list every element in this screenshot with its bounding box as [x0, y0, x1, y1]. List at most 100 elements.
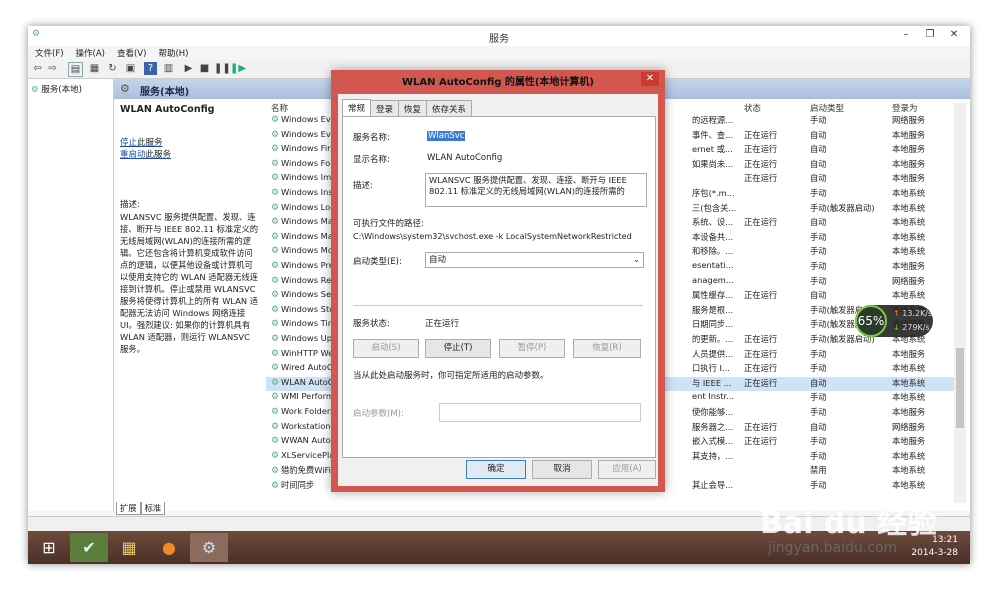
- service-startup: 手动: [810, 246, 827, 257]
- service-name-text: Windows Ren: [281, 274, 337, 285]
- gear-icon: ⚙: [271, 158, 280, 169]
- service-startup: 手动: [810, 348, 827, 359]
- start-icon[interactable]: ⊞: [30, 533, 68, 562]
- app-icon-tools[interactable]: ✔: [70, 533, 108, 562]
- stop-service-button[interactable]: 停止(T): [425, 339, 491, 358]
- service-status: 正在运行: [744, 129, 778, 140]
- startup-type-select[interactable]: 自动 ⌄: [425, 252, 644, 268]
- tab-extended[interactable]: 扩展: [116, 502, 141, 515]
- service-startup: 自动: [810, 144, 827, 155]
- service-logon: 本地服务: [892, 158, 926, 169]
- close-button[interactable]: ✕: [944, 28, 964, 42]
- tab-standard[interactable]: 标准: [140, 502, 166, 515]
- menu-help[interactable]: 帮助(H): [153, 46, 193, 60]
- menu-file[interactable]: 文件(F): [30, 46, 69, 60]
- properties-dialog: WLAN AutoConfig 的属性(本地计算机) ✕ 常规 登录 恢复 依存关系 …: [331, 70, 665, 492]
- service-logon: 本地系统: [892, 450, 926, 461]
- download-speed: ↓ 279K/s: [893, 323, 930, 332]
- tab-logon[interactable]: 登录: [370, 100, 400, 117]
- refresh-icon[interactable]: ↻: [106, 62, 119, 75]
- minimize-button[interactable]: –: [896, 28, 916, 42]
- restart-link-text[interactable]: 重启动: [120, 150, 146, 160]
- startup-type-label: 启动类型(E):: [353, 257, 402, 267]
- app-icon-orange[interactable]: ●: [150, 533, 188, 562]
- export-icon[interactable]: ▣: [124, 62, 137, 75]
- resume-icon[interactable]: ❚▶: [230, 62, 246, 75]
- upload-speed: ↑ 13.2K/s: [893, 309, 932, 318]
- pause-icon[interactable]: ❚❚: [214, 62, 231, 75]
- resume-service-button[interactable]: 恢复(R): [573, 339, 641, 358]
- tab-recovery[interactable]: 恢复: [398, 100, 428, 117]
- start-params-hint: 当从此处启动服务时，你可指定所适用的启动参数。: [353, 371, 549, 381]
- service-logon: 本地服务: [892, 144, 926, 155]
- stop-icon[interactable]: ■: [198, 62, 211, 75]
- general-tab-panel: 服务名称: WlanSvc 显示名称: WLAN AutoConfig 描述: …: [342, 116, 656, 458]
- dialog-body: 常规 登录 恢复 依存关系 服务名称: WlanSvc 显示名称: WLAN Auto…: [338, 94, 658, 486]
- service-name-text: XLServicePlat: [281, 449, 338, 460]
- apply-button[interactable]: 应用(A): [598, 460, 656, 479]
- service-desc: 其止会导...: [692, 480, 734, 490]
- menu-action[interactable]: 操作(A): [71, 46, 110, 60]
- service-name-text: Windows Pre: [281, 260, 334, 270]
- service-status: 正在运行: [744, 421, 778, 432]
- service-desc: 和移除。...: [692, 246, 734, 257]
- service-name-text: Windows Loc: [281, 201, 335, 212]
- network-speed-widget[interactable]: 65% ↑ 13.2K/s ↓ 279K/s: [855, 305, 933, 337]
- description-label: 描述:: [120, 200, 140, 210]
- stop-service-link[interactable]: 停止此服务: [120, 136, 163, 148]
- forward-icon[interactable]: ⇨: [46, 62, 59, 75]
- service-name-text: Windows Eve: [281, 128, 336, 139]
- tree-node-services-local[interactable]: ⚙ 服务(本地): [31, 83, 82, 95]
- properties-icon[interactable]: ▥: [162, 62, 175, 75]
- column-header-status[interactable]: 状态: [744, 102, 761, 114]
- service-logon: 本地系统: [892, 392, 926, 403]
- dialog-desc-box[interactable]: WLANSVC 服务提供配置、发现、连接、断开与 IEEE 802.11 标准定…: [425, 173, 647, 207]
- folder-icon[interactable]: ▦: [110, 533, 148, 562]
- restart-service-link[interactable]: 重启动此服务: [120, 148, 171, 160]
- gear-icon: ⚙: [271, 334, 280, 344]
- list-icon[interactable]: ▦: [88, 62, 101, 75]
- service-desc: 属性缓存...: [692, 290, 734, 301]
- cancel-button[interactable]: 取消: [532, 460, 592, 479]
- vertical-scrollbar[interactable]: [954, 103, 966, 503]
- service-logon: 本地系统: [892, 465, 926, 476]
- tab-dependencies[interactable]: 依存关系: [426, 100, 473, 117]
- dialog-tabs: 常规 登录 恢复 依存关系: [342, 99, 473, 117]
- ok-button[interactable]: 确定: [466, 460, 526, 479]
- pause-service-button[interactable]: 暂停(P): [499, 339, 565, 358]
- service-logon: 本地服务: [892, 261, 926, 271]
- service-logon: 本地服务: [892, 348, 926, 359]
- service-name-text: Windows Upc: [281, 333, 337, 343]
- stop-link-text[interactable]: 停止: [120, 138, 137, 148]
- restore-button[interactable]: ❐: [920, 28, 940, 42]
- tab-general[interactable]: 常规: [342, 99, 372, 116]
- service-startup: 自动: [810, 290, 827, 301]
- up-arrow-icon: ↑: [893, 309, 900, 318]
- service-name: ⚙ WLAN AutoC: [271, 377, 334, 388]
- gear-icon: ⚙: [271, 275, 280, 286]
- stop-link-rest: 此服务: [137, 138, 163, 148]
- start-params-input[interactable]: [439, 403, 641, 422]
- gear-icon: ⚙: [271, 144, 280, 155]
- show-tree-icon[interactable]: ▤: [68, 62, 83, 77]
- menu-view[interactable]: 查看(V): [112, 46, 151, 60]
- scrollbar-thumb[interactable]: [956, 348, 964, 428]
- column-header-name[interactable]: 名称: [271, 102, 288, 114]
- play-icon[interactable]: ▶: [182, 62, 195, 75]
- gear-icon: ⚙: [271, 202, 280, 213]
- back-icon[interactable]: ⇦: [31, 62, 44, 75]
- column-header-logon[interactable]: 登录为: [892, 102, 918, 114]
- gear-icon: ⚙: [31, 85, 39, 95]
- service-name-text: 猎豹免费WiFi: [281, 465, 331, 476]
- services-task-icon[interactable]: ⚙: [190, 533, 228, 562]
- service-name: ⚙ Workstation: [271, 421, 331, 432]
- column-header-startup[interactable]: 启动类型: [810, 102, 844, 114]
- service-startup: 手动: [810, 450, 827, 461]
- service-name-value[interactable]: WlanSvc: [427, 131, 466, 141]
- help-icon[interactable]: ?: [144, 62, 157, 75]
- dialog-close-button[interactable]: ✕: [641, 72, 659, 86]
- display-name-value[interactable]: WLAN AutoConfig: [427, 153, 502, 163]
- start-service-button[interactable]: 启动(S): [353, 339, 419, 358]
- service-logon: 本地系统: [892, 480, 926, 490]
- service-desc: 使你能够...: [692, 407, 734, 417]
